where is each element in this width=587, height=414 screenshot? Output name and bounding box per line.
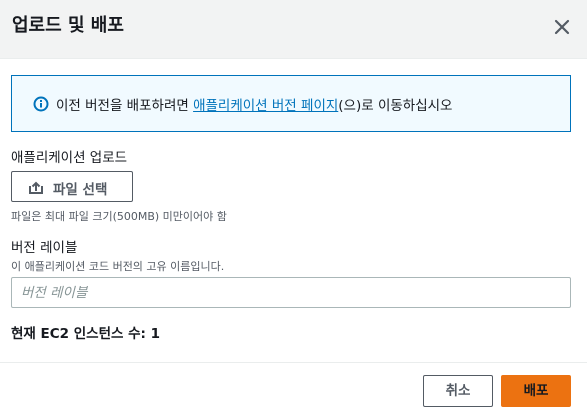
info-text-after: (으)로 이동하십시오 (338, 98, 453, 114)
close-icon (554, 19, 570, 35)
info-text-before: 이전 버전을 배포하려면 (56, 98, 194, 114)
app-versions-link[interactable]: 애플리케이션 버전 페이지 (193, 98, 338, 114)
cancel-button[interactable]: 취소 (423, 375, 493, 407)
ec2-instance-count: 현재 EC2 인스턴스 수: 1 (11, 326, 161, 342)
upload-deploy-modal: 업로드 및 배포 이전 버전을 배포하려면 애플리케이션 버전 페이지(으)로 … (0, 0, 587, 414)
version-label-description: 이 애플리케이션 코드 버전의 고유 이름입니다. (11, 260, 225, 273)
modal-header: 업로드 및 배포 (0, 0, 587, 59)
choose-file-button[interactable]: 파일 선택 (11, 171, 133, 202)
info-icon (33, 96, 49, 112)
version-label-input[interactable] (11, 277, 571, 308)
info-message: 이전 버전을 배포하려면 애플리케이션 버전 페이지(으)로 이동하십시오 (56, 94, 452, 114)
choose-file-label: 파일 선택 (53, 182, 108, 198)
deploy-button[interactable]: 배포 (501, 375, 571, 407)
footer-divider (0, 362, 587, 363)
upload-icon (29, 181, 43, 194)
version-label-title: 버전 레이블 (11, 240, 78, 256)
close-button[interactable] (551, 16, 573, 38)
file-size-constraint: 파일은 최대 파일 크기(500MB) 미만이어야 함 (11, 210, 227, 223)
upload-label: 애플리케이션 업로드 (11, 150, 128, 166)
modal-title: 업로드 및 배포 (12, 15, 124, 36)
info-alert: 이전 버전을 배포하려면 애플리케이션 버전 페이지(으)로 이동하십시오 (11, 75, 571, 132)
